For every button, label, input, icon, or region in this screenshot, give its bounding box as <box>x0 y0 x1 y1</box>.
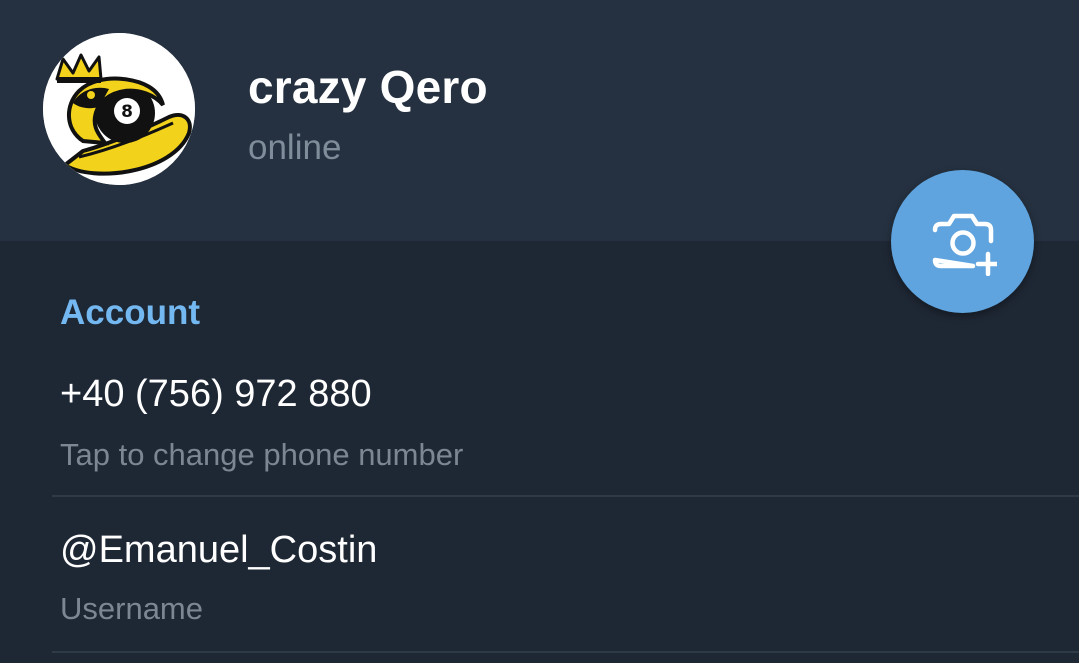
profile-name: crazy Qero <box>248 61 488 113</box>
camera-add-icon <box>932 213 997 276</box>
online-status: online <box>248 128 342 167</box>
username-value: @Emanuel_Costin <box>60 529 378 571</box>
snake-eight-ball-icon: 8 <box>43 33 195 185</box>
username-hint: Username <box>60 591 203 626</box>
phone-number-value: +40 (756) 972 880 <box>60 373 372 415</box>
set-profile-photo-button[interactable] <box>891 170 1034 313</box>
username-row[interactable]: @Emanuel_Costin Username <box>0 497 1079 651</box>
account-section-title: Account <box>60 293 200 332</box>
phone-number-hint: Tap to change phone number <box>60 437 464 472</box>
phone-number-row[interactable]: +40 (756) 972 880 Tap to change phone nu… <box>0 365 1079 496</box>
svg-text:8: 8 <box>121 102 133 122</box>
avatar[interactable]: 8 <box>43 33 195 185</box>
row-divider <box>52 651 1079 653</box>
